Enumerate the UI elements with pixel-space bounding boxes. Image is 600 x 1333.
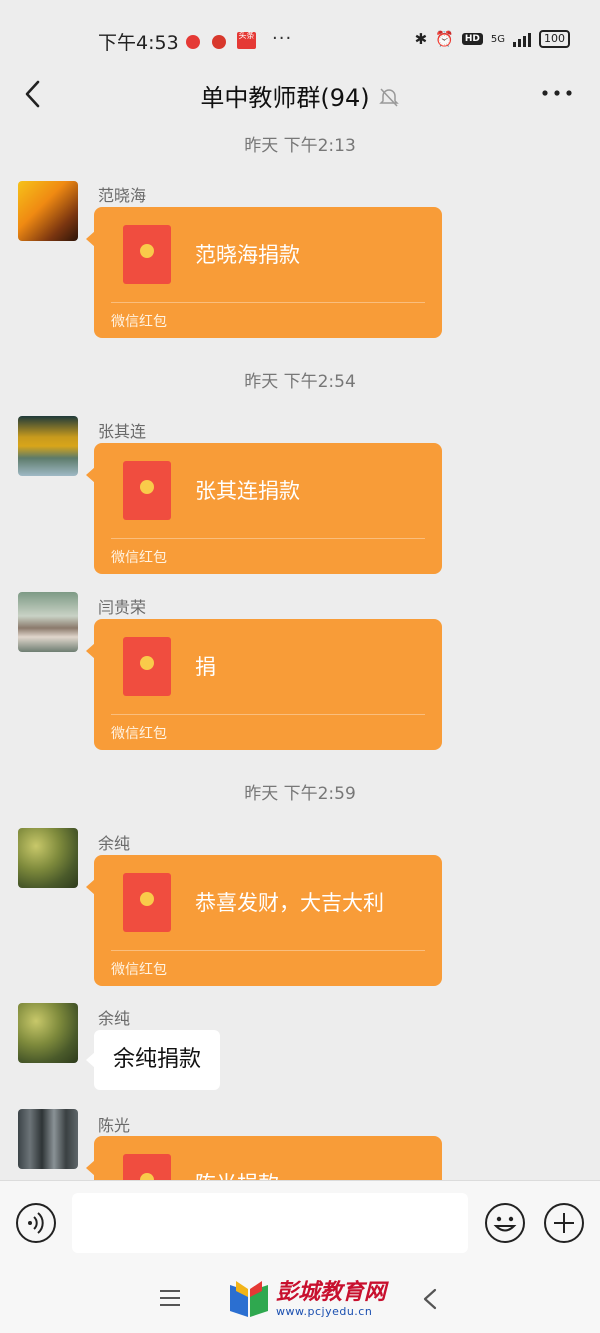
input-bar bbox=[0, 1180, 600, 1265]
status-icons: ✱ ⏰ HD 5G 100 bbox=[415, 30, 570, 48]
coin-icon bbox=[140, 244, 154, 258]
coin-icon bbox=[140, 892, 154, 906]
watermark-logo: 彭城教育网 www.pcjyedu.cn bbox=[228, 1277, 386, 1321]
notification-icon-2 bbox=[212, 35, 226, 49]
red-envelope-icon bbox=[123, 225, 171, 284]
timestamp: 昨天 下午2:13 bbox=[244, 136, 356, 156]
sender-name: 余纯 bbox=[98, 1009, 131, 1028]
notification-icon-1 bbox=[186, 35, 200, 49]
watermark-name: 彭城教育网 bbox=[276, 1279, 387, 1305]
status-time: 下午4:53 bbox=[98, 32, 179, 54]
avatar[interactable] bbox=[18, 592, 78, 652]
divider bbox=[111, 302, 425, 303]
clipped-message-area: 陈光捐款 bbox=[0, 1136, 600, 1180]
alarm-icon: ⏰ bbox=[435, 30, 454, 48]
red-envelope-icon bbox=[123, 873, 171, 932]
sender-name: 张其连 bbox=[98, 422, 147, 441]
red-packet-message[interactable]: 张其连捐款 微信红包 bbox=[86, 443, 442, 574]
chat-title: 单中教师群(94) bbox=[200, 84, 370, 112]
divider bbox=[111, 950, 425, 951]
divider bbox=[111, 714, 425, 715]
avatar[interactable] bbox=[18, 828, 78, 888]
more-options-icon[interactable] bbox=[540, 78, 574, 108]
red-packet-text: 范晓海捐款 bbox=[195, 243, 300, 267]
emoji-icon[interactable] bbox=[484, 1202, 526, 1244]
watermark-url: www.pcjyedu.cn bbox=[276, 1304, 373, 1318]
coin-icon bbox=[140, 480, 154, 494]
status-bar: 下午4:53 头条 ··· ✱ ⏰ HD 5G 100 bbox=[0, 0, 600, 70]
red-packet-text: 恭喜发财，大吉大利 bbox=[195, 891, 384, 915]
red-envelope-icon bbox=[123, 637, 171, 696]
system-nav-bar: 彭城教育网 www.pcjyedu.cn bbox=[0, 1265, 600, 1333]
avatar[interactable] bbox=[18, 1003, 78, 1063]
chat-header: 单中教师群(94) bbox=[0, 70, 600, 118]
chat-title-area: 单中教师群(94) bbox=[0, 78, 600, 113]
battery-icon: 100 bbox=[539, 30, 570, 48]
red-packet-label: 微信红包 bbox=[111, 314, 167, 330]
network-label: 5G bbox=[490, 33, 505, 45]
red-envelope-icon bbox=[123, 1154, 171, 1180]
red-packet-label: 微信红包 bbox=[111, 962, 167, 978]
message-input[interactable] bbox=[72, 1193, 468, 1253]
red-packet-message[interactable]: 范晓海捐款 微信红包 bbox=[86, 207, 442, 338]
red-packet-text: 捐 bbox=[195, 655, 216, 679]
red-envelope-icon bbox=[123, 461, 171, 520]
mute-bell-icon bbox=[378, 88, 399, 107]
red-packet-text: 张其连捐款 bbox=[195, 479, 300, 503]
red-packet-label: 微信红包 bbox=[111, 550, 167, 566]
coin-icon bbox=[140, 1173, 154, 1180]
menu-icon[interactable] bbox=[160, 1289, 180, 1307]
more-notifications-icon: ··· bbox=[272, 28, 293, 49]
red-packet-text: 陈光捐款 bbox=[195, 1168, 279, 1180]
timestamp: 昨天 下午2:54 bbox=[244, 372, 356, 392]
sender-name: 闫贵荣 bbox=[98, 598, 147, 617]
sender-name: 陈光 bbox=[98, 1116, 131, 1135]
book-logo-icon bbox=[230, 1281, 268, 1317]
sender-name: 范晓海 bbox=[98, 186, 147, 205]
voice-input-icon[interactable] bbox=[15, 1202, 57, 1244]
text-message[interactable]: 余纯捐款 bbox=[85, 1030, 221, 1090]
bluetooth-icon: ✱ bbox=[414, 30, 428, 48]
coin-icon bbox=[140, 656, 154, 670]
plus-icon[interactable] bbox=[543, 1202, 585, 1244]
hd-icon: HD bbox=[461, 33, 483, 45]
red-packet-message[interactable]: 恭喜发财，大吉大利 微信红包 bbox=[86, 855, 442, 986]
red-packet-message[interactable]: 捐 微信红包 bbox=[86, 619, 442, 750]
signal-icon bbox=[513, 31, 531, 47]
sender-name: 余纯 bbox=[98, 834, 131, 853]
avatar[interactable] bbox=[18, 181, 78, 241]
divider bbox=[111, 538, 425, 539]
red-packet-message[interactable]: 陈光捐款 bbox=[86, 1136, 442, 1180]
avatar[interactable] bbox=[18, 416, 78, 476]
timestamp: 昨天 下午2:59 bbox=[244, 784, 356, 804]
system-back-icon[interactable] bbox=[422, 1287, 438, 1311]
app-badge-icon: 头条 bbox=[237, 32, 256, 49]
red-packet-label: 微信红包 bbox=[111, 726, 167, 742]
